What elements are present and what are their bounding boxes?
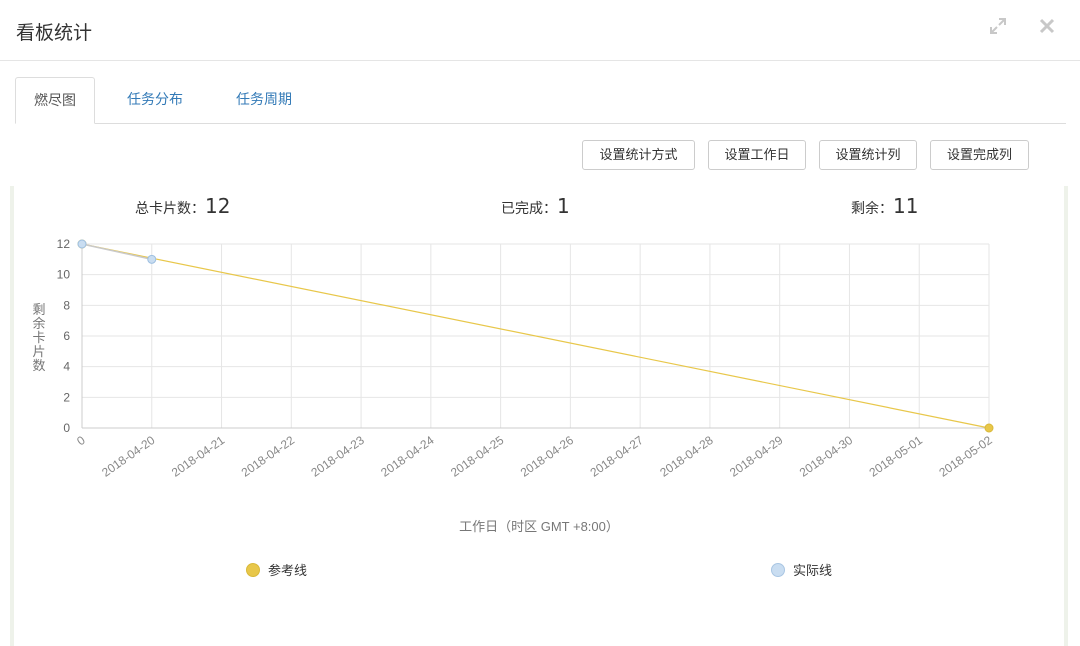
- x-tick-label: 2018-04-29: [727, 433, 786, 480]
- x-tick-label: 2018-04-28: [657, 433, 716, 480]
- legend-actual-swatch: [771, 562, 785, 577]
- x-tick-label: 2018-04-30: [797, 433, 856, 480]
- x-tick-label: 2018-04-25: [448, 433, 507, 480]
- series-point-1: [147, 254, 157, 264]
- y-tick-label: 4: [63, 360, 70, 374]
- x-tick-label: 2018-04-27: [588, 433, 647, 480]
- series-line-1: [81, 243, 152, 261]
- x-tick-label: 2018-04-26: [518, 433, 577, 480]
- y-tick-label: 10: [57, 268, 71, 282]
- x-tick-label: 2018-05-01: [867, 433, 926, 480]
- x-tick-label: 2018-05-02: [936, 433, 995, 480]
- x-tick-label: 2018-04-23: [308, 433, 367, 480]
- legend-actual-label: 实际线: [793, 564, 833, 579]
- burndown-chart: 0 2 4 6 8 10 12 0 2018-04-20 2018-04-21 2018-04-22…: [32, 237, 995, 534]
- x-axis-label: 工作日（时区 GMT +8:00）: [459, 519, 619, 534]
- y-tick-label: 12: [57, 237, 71, 251]
- x-tick-label: 2018-04-20: [99, 433, 158, 480]
- y-tick-label: 0: [63, 421, 70, 435]
- legend-reference-label: 参考线: [268, 564, 308, 579]
- series-point-1: [77, 239, 87, 249]
- legend-actual[interactable]: 实际线: [771, 560, 832, 579]
- y-tick-label: 8: [63, 298, 70, 312]
- x-tick-label: 2018-04-24: [378, 433, 437, 480]
- legend-reference-swatch: [246, 562, 260, 577]
- x-tick-label: 0: [74, 433, 88, 448]
- y-tick-label: 2: [63, 390, 70, 404]
- y-axis-label: 剩余卡片数: [32, 302, 45, 373]
- x-tick-label: 2018-04-22: [239, 433, 298, 480]
- legend-reference[interactable]: 参考线: [246, 560, 307, 579]
- series-point-0: [984, 423, 994, 433]
- y-tick-label: 6: [63, 329, 70, 343]
- x-tick-label: 2018-04-21: [169, 433, 228, 480]
